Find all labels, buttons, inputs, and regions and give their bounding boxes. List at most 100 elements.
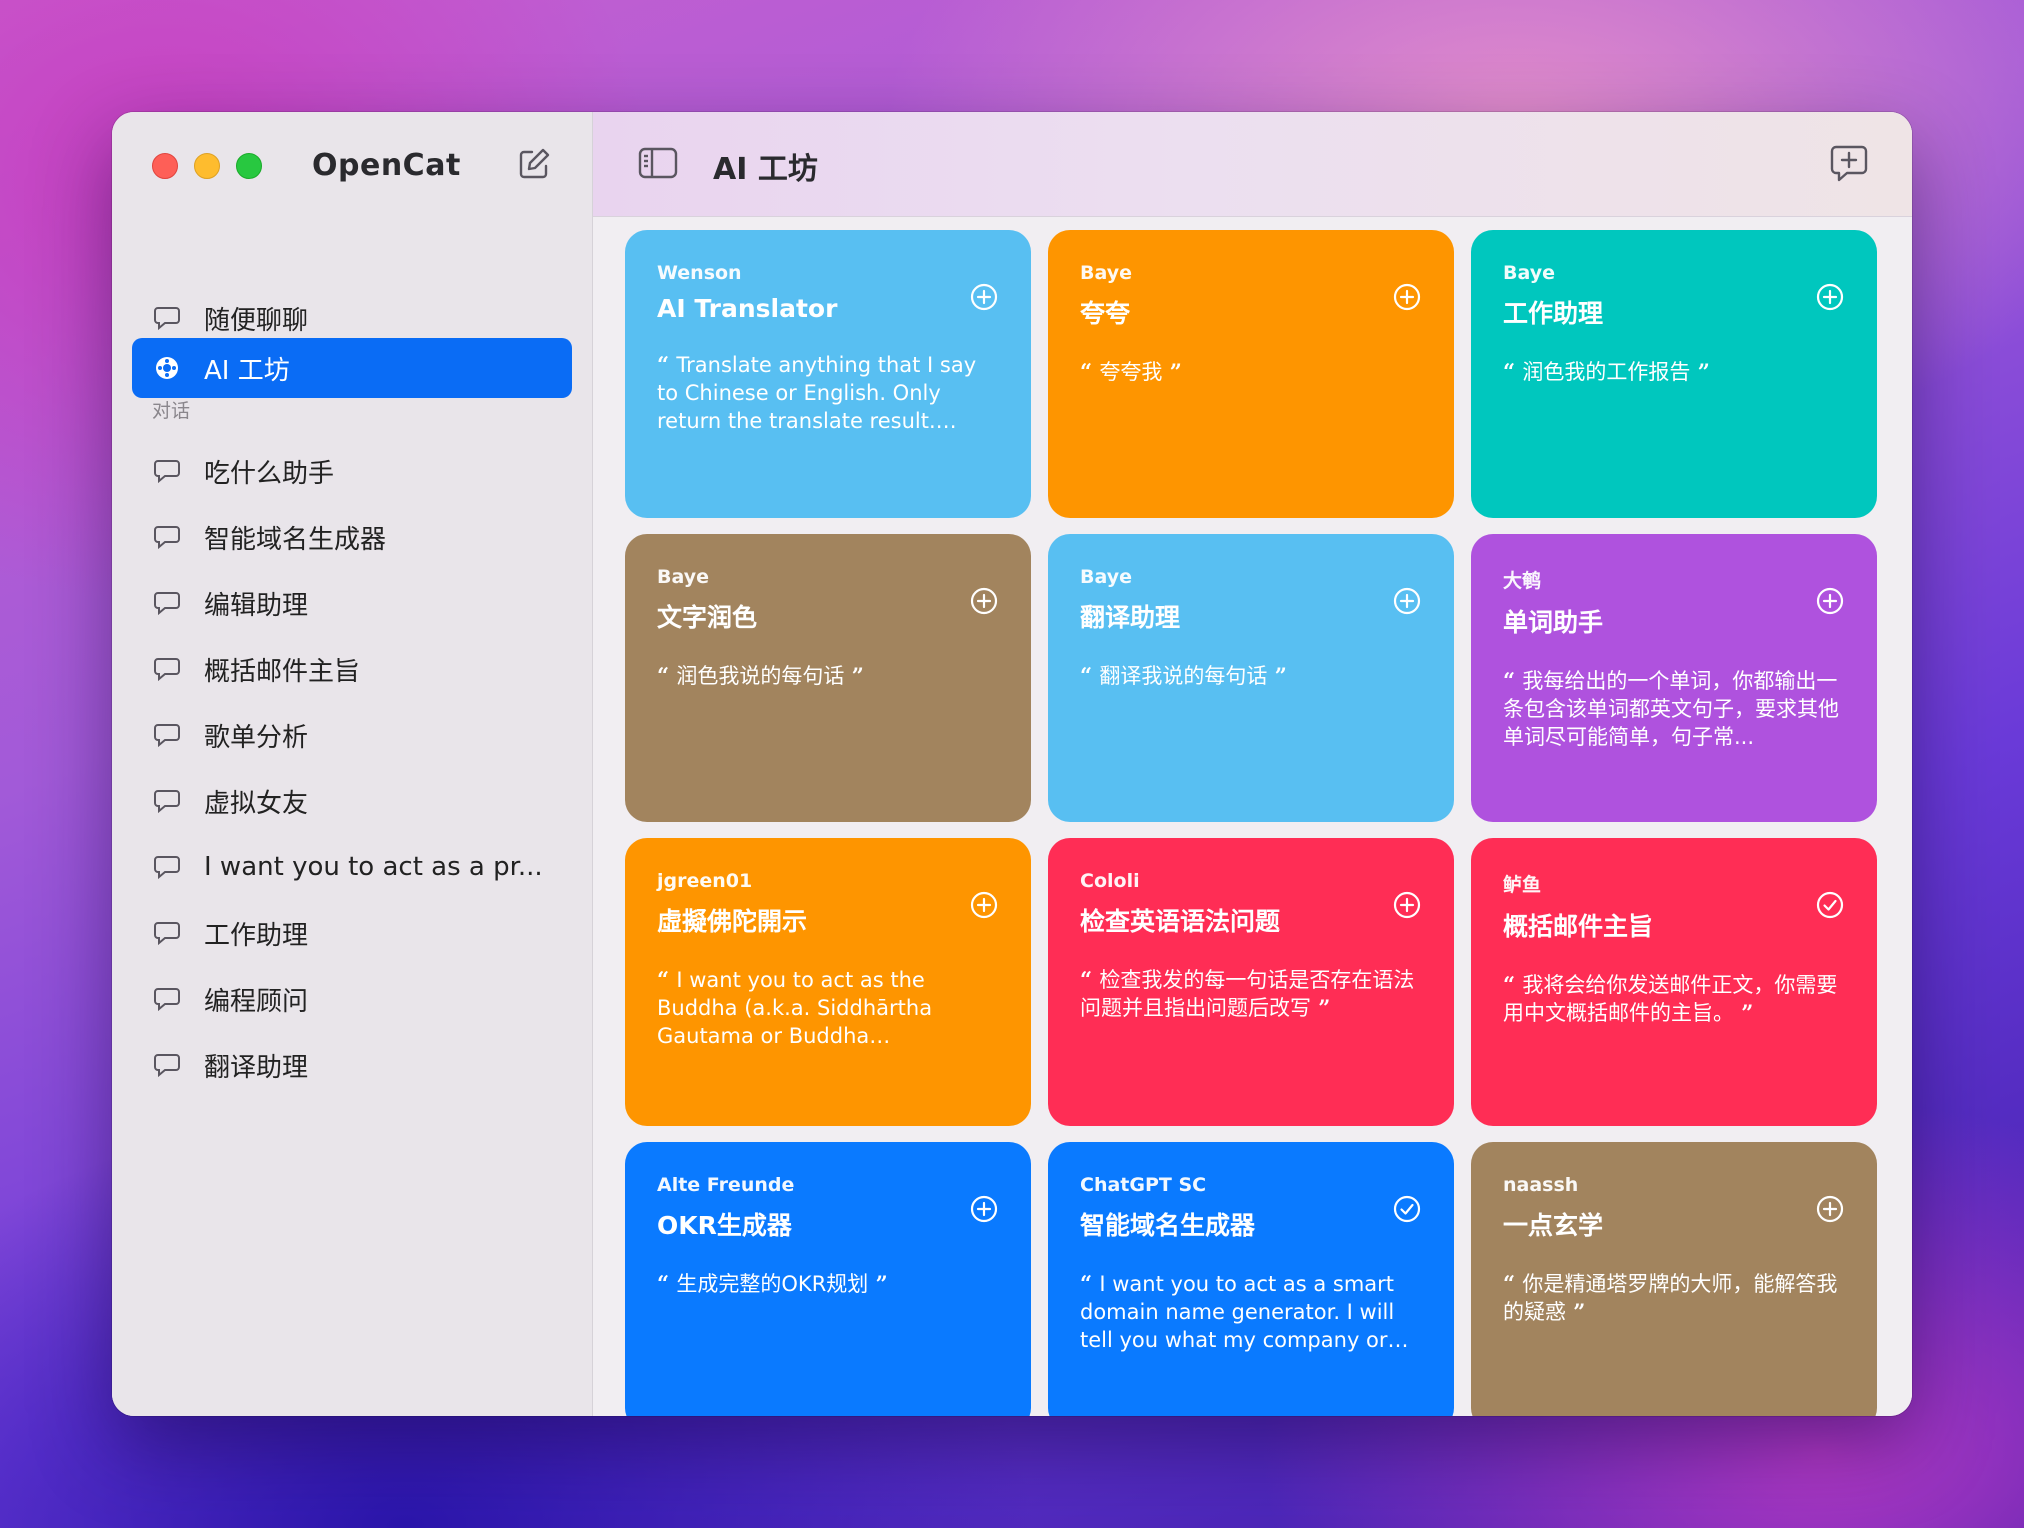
workshop-icon <box>154 355 192 381</box>
added-checkmark-button[interactable] <box>1392 1194 1422 1224</box>
minimize-window-button[interactable] <box>194 153 220 179</box>
plus-circle-icon <box>970 283 998 311</box>
card-author: jgreen01 <box>657 870 753 892</box>
open-quote-icon: “ <box>657 1271 677 1296</box>
chat-item[interactable]: 概括邮件主旨 <box>132 642 572 696</box>
add-prompt-button[interactable] <box>1392 282 1422 312</box>
prompt-card-grid: Wenson AI Translator “ Translate anything … <box>625 230 1877 1416</box>
open-quote-icon: “ <box>657 352 677 377</box>
sidebar-item-ai-workshop[interactable]: AI 工坊 <box>132 338 572 398</box>
close-quote-icon: ” <box>1734 1000 1754 1025</box>
prompt-card[interactable]: jgreen01 虛擬佛陀開示 “ I want you to act as the… <box>625 838 1031 1126</box>
close-quote-icon: ” <box>1566 1299 1586 1324</box>
card-author: 大鹌 <box>1503 570 1542 592</box>
add-prompt-button[interactable] <box>969 1194 999 1224</box>
open-quote-icon: “ <box>1080 359 1100 384</box>
card-title: 工作助理 <box>1503 299 1604 328</box>
close-quote-icon: ” <box>844 663 864 688</box>
prompt-card[interactable]: Baye 夸夸 “ 夸夸我 ” <box>1048 230 1454 518</box>
chat-bubble-icon <box>154 789 192 813</box>
plus-circle-icon <box>1816 1195 1844 1223</box>
card-description-text: 生成完整的OKR规划 <box>676 1272 869 1296</box>
prompt-card[interactable]: ChatGPT SC 智能域名生成器 “ I want you to act as … <box>1048 1142 1454 1416</box>
add-prompt-button[interactable] <box>1815 586 1845 616</box>
prompt-card[interactable]: naassh 一点玄学 “ 你是精通塔罗牌的大师，能解答我的疑惑 ” <box>1471 1142 1877 1416</box>
plus-circle-icon <box>1393 283 1421 311</box>
prompt-card[interactable]: Baye 文字润色 “ 润色我说的每句话 ” <box>625 534 1031 822</box>
chat-item[interactable]: 虚拟女友 <box>132 774 572 828</box>
prompt-card[interactable]: Alte Freunde OKR生成器 “ 生成完整的OKR规划 ” <box>625 1142 1031 1416</box>
chat-item[interactable]: 编程顾问 <box>132 972 572 1026</box>
new-prompt-button[interactable] <box>1828 142 1870 184</box>
chat-item-label: 编辑助理 <box>204 590 309 621</box>
zoom-window-button[interactable] <box>236 153 262 179</box>
added-checkmark-button[interactable] <box>1815 890 1845 920</box>
card-description: “ Translate anything that I say to Chine… <box>657 351 997 435</box>
plus-circle-icon <box>970 891 998 919</box>
checkmark-circle-icon <box>1816 891 1844 919</box>
open-quote-icon: “ <box>1080 967 1100 992</box>
chat-item-label: 概括邮件主旨 <box>204 656 361 687</box>
chat-item-label: 吃什么助手 <box>204 458 335 489</box>
card-description: “ 检查我发的每一句话是否存在语法问题并且指出问题后改写 ” <box>1080 966 1420 1022</box>
chat-item[interactable]: 编辑助理 <box>132 576 572 630</box>
open-quote-icon: “ <box>1080 1271 1100 1296</box>
card-author: Wenson <box>657 262 742 284</box>
card-author: naassh <box>1503 1174 1579 1196</box>
chat-item-label: I want you to act as a pr... <box>204 852 543 882</box>
chat-item[interactable]: 翻译助理 <box>132 1038 572 1092</box>
new-chat-button[interactable] <box>514 144 554 184</box>
open-quote-icon: “ <box>657 663 677 688</box>
open-quote-icon: “ <box>657 967 677 992</box>
chat-item[interactable]: 工作助理 <box>132 906 572 960</box>
add-prompt-button[interactable] <box>969 586 999 616</box>
add-prompt-button[interactable] <box>1815 1194 1845 1224</box>
chat-item[interactable]: I want you to act as a pr... <box>132 840 572 894</box>
prompt-card[interactable]: Cololi 检查英语语法问题 “ 检查我发的每一句话是否存在语法问题并且指出问题后… <box>1048 838 1454 1126</box>
add-prompt-button[interactable] <box>969 890 999 920</box>
close-window-button[interactable] <box>152 153 178 179</box>
card-author: 鲈鱼 <box>1503 874 1542 896</box>
chat-bubble-icon <box>154 855 192 879</box>
card-description-text: 润色我的工作报告 <box>1522 360 1691 384</box>
chat-item[interactable]: 智能域名生成器 <box>132 510 572 564</box>
sidebar-toggle-button[interactable] <box>637 142 679 184</box>
prompt-card[interactable]: 大鹌 单词助手 “ 我每给出的一个单词，你都输出一条包含该单词都英文句子，要求其他单… <box>1471 534 1877 822</box>
sidebar-item-label: AI 工坊 <box>204 355 290 386</box>
card-description: “ 我每给出的一个单词，你都输出一条包含该单词都英文句子，要求其他单词尽可能简单… <box>1503 667 1843 751</box>
chat-item[interactable]: 歌单分析 <box>132 708 572 762</box>
card-description: “ I want you to act as a smart domain na… <box>1080 1270 1420 1354</box>
compose-icon <box>519 148 550 179</box>
close-quote-icon: ” <box>1690 359 1710 384</box>
chat-bubble-icon <box>154 723 192 747</box>
sidebar-item-label: 随便聊聊 <box>204 305 309 336</box>
card-description-text: 我将会给你发送邮件正文，你需要用中文概括邮件的主旨。 <box>1503 973 1838 1025</box>
plus-circle-icon <box>1393 587 1421 615</box>
prompt-card[interactable]: Wenson AI Translator “ Translate anything … <box>625 230 1031 518</box>
open-quote-icon: “ <box>1503 668 1523 693</box>
card-description-text: 夸夸我 <box>1099 360 1163 384</box>
card-author: Baye <box>1080 262 1132 284</box>
card-description-text: 翻译我说的每句话 <box>1099 664 1268 688</box>
prompt-card[interactable]: Baye 工作助理 “ 润色我的工作报告 ” <box>1471 230 1877 518</box>
toolbar: AI 工坊 <box>593 112 1912 217</box>
prompt-card[interactable]: Baye 翻译助理 “ 翻译我说的每句话 ” <box>1048 534 1454 822</box>
section-label-conversations: 对话 <box>152 400 191 422</box>
prompt-card[interactable]: 鲈鱼 概括邮件主旨 “ 我将会给你发送邮件正文，你需要用中文概括邮件的主旨。 ” <box>1471 838 1877 1126</box>
add-prompt-button[interactable] <box>969 282 999 312</box>
chat-item[interactable]: 吃什么助手 <box>132 444 572 498</box>
chat-item-label: 歌单分析 <box>204 722 309 753</box>
card-description: “ 你是精通塔罗牌的大师，能解答我的疑惑 ” <box>1503 1270 1843 1326</box>
card-author: ChatGPT SC <box>1080 1174 1207 1196</box>
add-prompt-button[interactable] <box>1815 282 1845 312</box>
add-prompt-button[interactable] <box>1392 586 1422 616</box>
window-controls <box>152 153 262 179</box>
app-title: OpenCat <box>312 148 461 183</box>
card-description: “ 生成完整的OKR规划 ” <box>657 1270 997 1298</box>
sidebar: OpenCat 随便聊聊 AI 工坊 对话 吃什么助手 智能域名生成器 编辑助理… <box>112 112 593 1416</box>
chat-bubble-icon <box>154 921 192 945</box>
add-prompt-button[interactable] <box>1392 890 1422 920</box>
card-description-text: I want you to act as a smart domain name… <box>1080 1272 1395 1352</box>
card-description: “ 我将会给你发送邮件正文，你需要用中文概括邮件的主旨。 ” <box>1503 971 1843 1027</box>
open-quote-icon: “ <box>1503 1271 1523 1296</box>
